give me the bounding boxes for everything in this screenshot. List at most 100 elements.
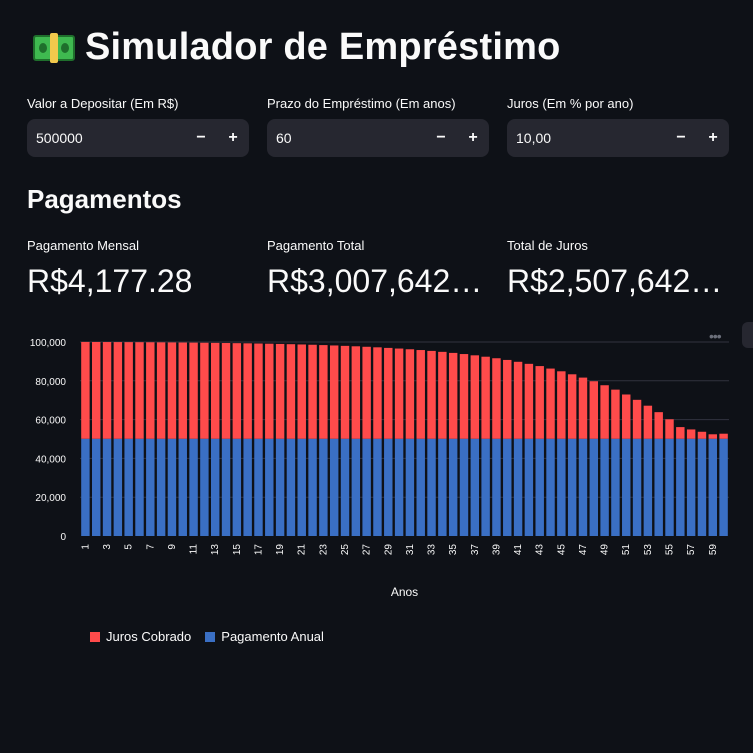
bar-juros-cobrado: [643, 405, 653, 439]
x-tick-label: 5: [124, 544, 135, 550]
bar-juros-cobrado: [676, 427, 685, 439]
bar-pagamento-anual: [622, 438, 631, 536]
bar-juros-cobrado: [384, 347, 393, 439]
x-tick-label: 21: [297, 544, 308, 556]
bar-pagamento-anual: [156, 438, 166, 536]
bar-pagamento-anual: [319, 438, 328, 536]
metric-value: R$3,007,642.38: [267, 263, 485, 299]
bar-juros-cobrado: [686, 429, 696, 439]
increment-button[interactable]: +: [457, 129, 489, 147]
bar-juros-cobrado: [578, 377, 588, 439]
bar-juros-cobrado: [156, 342, 166, 439]
x-tick-label: 27: [362, 544, 373, 556]
bar-pagamento-anual: [492, 438, 501, 536]
bar-juros-cobrado: [265, 343, 274, 439]
bar-juros-cobrado: [210, 342, 220, 439]
bar-juros-cobrado: [200, 342, 209, 439]
decrement-button[interactable]: −: [425, 129, 457, 147]
bar-juros-cobrado: [329, 345, 339, 439]
loan-term-input[interactable]: 60: [267, 130, 425, 146]
decrement-button[interactable]: −: [665, 129, 697, 147]
y-tick-label: 100,000: [30, 338, 67, 349]
legend-label: Juros Cobrado: [106, 629, 192, 644]
legend-item-pagamento[interactable]: Pagamento Anual: [205, 629, 324, 644]
bar-pagamento-anual: [189, 438, 198, 536]
bar-pagamento-anual: [351, 438, 361, 536]
interest-rate-stepper: 10,00 − +: [507, 119, 729, 157]
bar-pagamento-anual: [513, 438, 523, 536]
interest-rate-input[interactable]: 10,00: [507, 130, 665, 146]
bar-juros-cobrado: [654, 412, 663, 439]
bar-juros-cobrado: [373, 347, 382, 439]
x-tick-label: 31: [405, 544, 416, 556]
interest-rate-label: Juros (Em % por ano): [507, 96, 634, 111]
bar-pagamento-anual: [481, 438, 490, 536]
section-title: Pagamentos: [27, 184, 182, 214]
bar-pagamento-anual: [135, 438, 144, 536]
bar-pagamento-anual: [578, 438, 588, 536]
bar-pagamento-anual: [503, 438, 512, 536]
y-tick-label: 60,000: [35, 416, 66, 427]
x-tick-label: 19: [275, 544, 286, 556]
decrement-button[interactable]: −: [185, 129, 217, 147]
bar-pagamento-anual: [676, 438, 685, 536]
x-tick-label: 53: [643, 544, 654, 556]
page-header: Simulador de Empréstimo: [33, 26, 560, 69]
increment-button[interactable]: +: [697, 129, 729, 147]
bar-juros-cobrado: [286, 344, 296, 439]
x-tick-label: 1: [80, 544, 91, 550]
bar-juros-cobrado: [189, 342, 198, 439]
bar-juros-cobrado: [427, 350, 436, 439]
total-payment-metric: Pagamento Total R$3,007,642.38: [267, 238, 485, 300]
bar-juros-cobrado: [319, 345, 328, 439]
bar-pagamento-anual: [210, 438, 220, 536]
x-tick-label: 51: [621, 544, 632, 556]
x-tick-label: 11: [189, 544, 200, 555]
bar-juros-cobrado: [492, 358, 501, 439]
metric-label: Pagamento Total: [267, 238, 365, 253]
y-tick-label: 40,000: [35, 454, 66, 465]
metric-value: R$2,507,642.38: [507, 263, 725, 299]
bar-juros-cobrado: [362, 346, 371, 439]
x-tick-label: 37: [470, 544, 481, 556]
annual-payments-chart: 0 20,000 40,000 60,000 80,000 100,000 1 3 5 7 9 11 1…: [20, 328, 733, 648]
legend-label: Pagamento Anual: [221, 629, 324, 644]
loan-term-stepper: 60 − +: [267, 119, 489, 157]
bar-juros-cobrado: [470, 355, 480, 439]
increment-button[interactable]: +: [217, 129, 249, 147]
bar-juros-cobrado: [513, 361, 523, 439]
bar-juros-cobrado: [438, 351, 447, 439]
bar-pagamento-anual: [405, 438, 415, 536]
bar-juros-cobrado: [665, 419, 674, 439]
bar-juros-cobrado: [503, 359, 512, 439]
page-title: Simulador de Empréstimo: [85, 26, 561, 68]
x-tick-label: 35: [448, 544, 459, 556]
bar-pagamento-anual: [459, 438, 469, 536]
bar-pagamento-anual: [329, 438, 339, 536]
bar-juros-cobrado: [708, 434, 717, 439]
bar-juros-cobrado: [351, 346, 361, 439]
x-tick-label: 3: [102, 544, 113, 550]
legend-item-juros[interactable]: Juros Cobrado: [90, 629, 191, 644]
bar-pagamento-anual: [232, 438, 242, 536]
deposit-amount-input[interactable]: 500000: [27, 130, 185, 146]
bar-juros-cobrado: [481, 356, 490, 439]
x-tick-label: 13: [210, 544, 221, 556]
bar-juros-cobrado: [308, 344, 317, 439]
bar-juros-cobrado: [567, 374, 577, 439]
deposit-amount-label: Valor a Depositar (Em R$): [27, 96, 179, 111]
bar-juros-cobrado: [297, 344, 306, 439]
bar-juros-cobrado: [232, 343, 242, 439]
bar-pagamento-anual: [524, 438, 534, 536]
interest-rate-field: Juros (Em % por ano) 10,00 − +: [507, 96, 729, 157]
bar-juros-cobrado: [340, 345, 350, 439]
x-tick-label: 47: [578, 544, 589, 556]
bar-juros-cobrado: [243, 343, 252, 439]
bar-pagamento-anual: [643, 438, 653, 536]
bar-juros-cobrado: [135, 342, 144, 439]
sidebar-toggle[interactable]: [742, 322, 753, 348]
bar-pagamento-anual: [340, 438, 350, 536]
x-tick-label: 57: [686, 544, 697, 556]
bar-juros-cobrado: [146, 342, 155, 439]
x-tick-label: 9: [167, 544, 178, 550]
